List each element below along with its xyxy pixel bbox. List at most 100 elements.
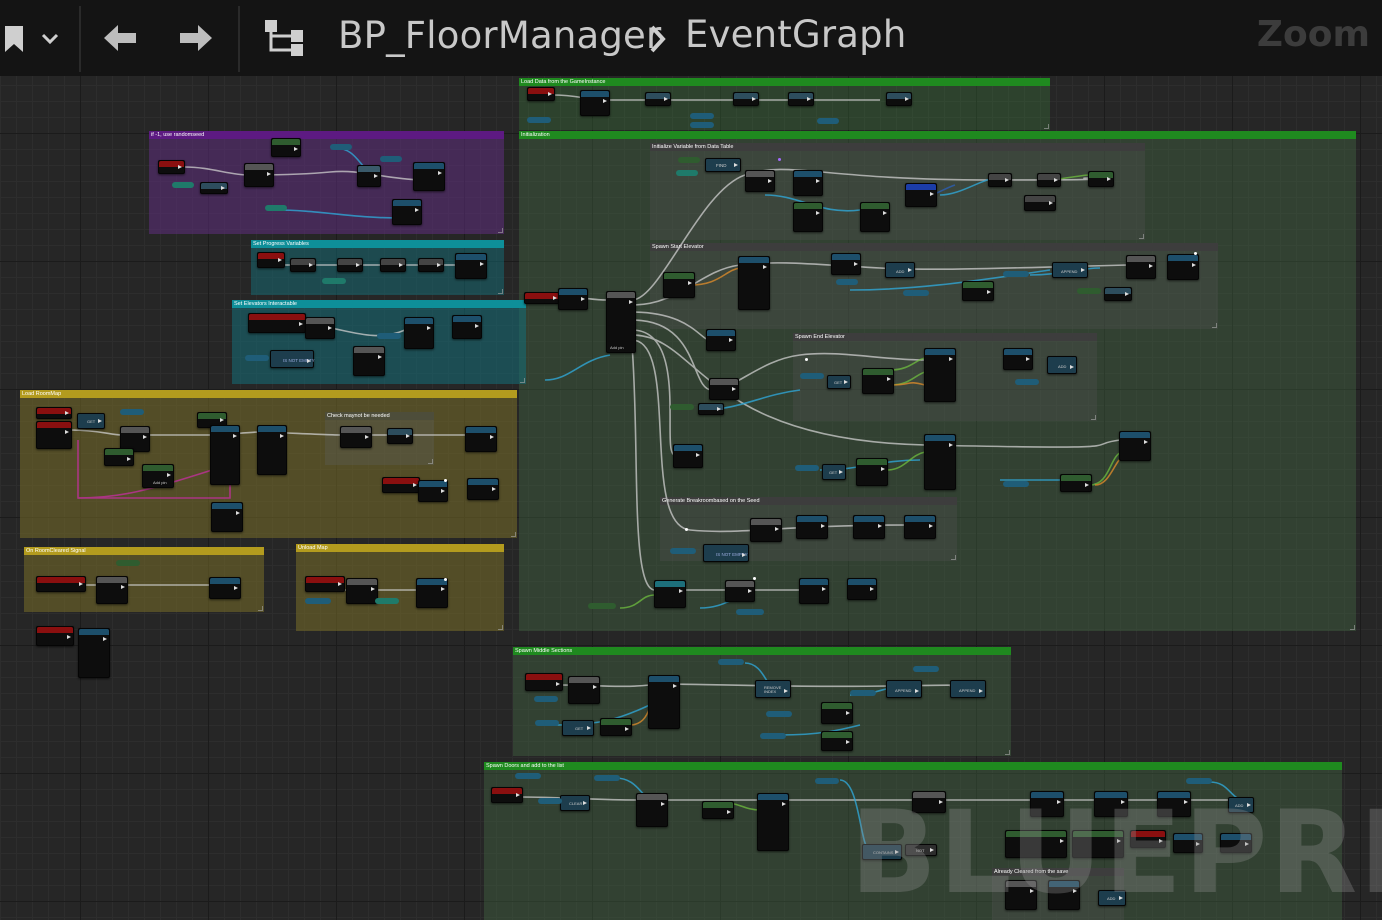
- struct-node[interactable]: [905, 183, 937, 207]
- function-node[interactable]: [416, 578, 448, 608]
- event-node[interactable]: [158, 160, 185, 174]
- exec-out-pin[interactable]: [220, 418, 224, 422]
- exec-out-pin[interactable]: [881, 467, 885, 471]
- append-node[interactable]: APPEND: [950, 680, 986, 698]
- exec-out-pin[interactable]: [870, 587, 874, 591]
- math-node[interactable]: [387, 428, 413, 444]
- exec-pin[interactable]: [444, 479, 447, 482]
- exec-out-pin[interactable]: [1149, 264, 1153, 268]
- cast-node[interactable]: [645, 92, 671, 106]
- exec-out-pin[interactable]: [979, 689, 983, 693]
- sequence-node[interactable]: Add pin: [606, 291, 636, 353]
- function-node[interactable]: [821, 702, 853, 724]
- exec-out-pin[interactable]: [1049, 201, 1053, 205]
- variable-node[interactable]: [534, 696, 558, 702]
- function-node[interactable]: [847, 578, 877, 600]
- exec-out-pin[interactable]: [717, 407, 721, 411]
- exec-out-pin[interactable]: [727, 810, 731, 814]
- function-node[interactable]: [745, 170, 775, 192]
- exec-pin[interactable]: [444, 578, 447, 581]
- variable-node[interactable]: [1077, 288, 1101, 294]
- exec-out-pin[interactable]: [65, 411, 69, 415]
- function-node[interactable]: [467, 478, 499, 500]
- spawn-actor-node[interactable]: [738, 256, 770, 310]
- is-not-empty-node[interactable]: IS NOT EMPTY: [270, 350, 315, 368]
- exec-out-pin[interactable]: [548, 92, 552, 96]
- function-node[interactable]: [1003, 348, 1033, 370]
- function-node[interactable]: [904, 515, 936, 539]
- exec-out-pin[interactable]: [1144, 440, 1148, 444]
- event-node[interactable]: [527, 87, 555, 101]
- event-node[interactable]: [257, 252, 285, 268]
- variable-node[interactable]: [913, 666, 939, 672]
- variable-node[interactable]: [120, 409, 144, 415]
- event-node[interactable]: [305, 576, 345, 592]
- add-node[interactable]: ADD: [1047, 356, 1077, 374]
- exec-out-pin[interactable]: [437, 263, 441, 267]
- exec-out-pin[interactable]: [587, 726, 591, 730]
- cast-node[interactable]: [886, 92, 912, 106]
- exec-out-pin[interactable]: [763, 265, 767, 269]
- setter-node[interactable]: [1037, 173, 1061, 187]
- variable-node[interactable]: [305, 598, 331, 604]
- exec-out-pin[interactable]: [236, 511, 240, 515]
- event-node[interactable]: [248, 313, 306, 333]
- exec-out-pin[interactable]: [415, 208, 419, 212]
- get-node[interactable]: GET: [822, 464, 846, 480]
- get-node[interactable]: GET: [562, 720, 594, 736]
- break-struct-node[interactable]: [78, 628, 110, 678]
- function-node[interactable]: [340, 426, 372, 448]
- function-node[interactable]: [96, 576, 128, 604]
- variable-node[interactable]: [538, 798, 562, 804]
- exec-out-pin[interactable]: [553, 296, 557, 300]
- function-node[interactable]: [392, 199, 422, 225]
- variable-node[interactable]: [330, 144, 352, 150]
- exec-out-pin[interactable]: [908, 268, 912, 272]
- exec-out-pin[interactable]: [490, 435, 494, 439]
- exec-out-pin[interactable]: [748, 589, 752, 593]
- exec-out-pin[interactable]: [929, 524, 933, 528]
- clear-node[interactable]: CLEAR: [560, 795, 590, 811]
- exec-out-pin[interactable]: [930, 192, 934, 196]
- spawn-actor-node[interactable]: [924, 348, 956, 402]
- variable-node[interactable]: [1003, 481, 1029, 487]
- function-node[interactable]: [404, 317, 434, 349]
- function-node[interactable]: [413, 162, 445, 191]
- event-node[interactable]: [382, 477, 420, 493]
- exec-pin[interactable]: [753, 577, 756, 580]
- find-node[interactable]: FIND: [705, 158, 741, 172]
- exec-out-pin[interactable]: [782, 802, 786, 806]
- exec-out-pin[interactable]: [65, 430, 69, 434]
- variable-node[interactable]: [1003, 271, 1029, 277]
- exec-out-pin[interactable]: [816, 179, 820, 183]
- exec-out-pin[interactable]: [846, 740, 850, 744]
- math-node[interactable]: [200, 182, 228, 194]
- break-struct-node[interactable]: [793, 202, 823, 232]
- branch-node[interactable]: [357, 165, 381, 187]
- exec-out-pin[interactable]: [480, 262, 484, 266]
- setter-node[interactable]: [337, 258, 363, 272]
- break-struct-node[interactable]: [860, 202, 890, 232]
- exec-out-pin[interactable]: [1054, 178, 1058, 182]
- exec-out-pin[interactable]: [492, 487, 496, 491]
- variable-node[interactable]: [1186, 778, 1212, 784]
- variable-node[interactable]: [245, 355, 269, 361]
- function-node[interactable]: [856, 458, 888, 486]
- append-node[interactable]: APPEND: [886, 680, 922, 698]
- variable-node[interactable]: [800, 373, 824, 379]
- exec-out-pin[interactable]: [846, 711, 850, 715]
- spawn-actor-node[interactable]: [648, 675, 680, 729]
- exec-out-pin[interactable]: [299, 322, 303, 326]
- exec-out-pin[interactable]: [905, 97, 909, 101]
- exec-out-pin[interactable]: [1107, 177, 1111, 181]
- variable-node[interactable]: [380, 156, 402, 162]
- variable-node[interactable]: [594, 775, 620, 781]
- variable-node[interactable]: [718, 659, 744, 665]
- function-node[interactable]: [244, 163, 274, 187]
- class-pin[interactable]: [778, 158, 781, 161]
- exec-out-pin[interactable]: [688, 281, 692, 285]
- exec-out-pin[interactable]: [775, 527, 779, 531]
- exec-out-pin[interactable]: [556, 682, 560, 686]
- variable-node[interactable]: [588, 603, 616, 609]
- setter-node[interactable]: [1088, 171, 1114, 187]
